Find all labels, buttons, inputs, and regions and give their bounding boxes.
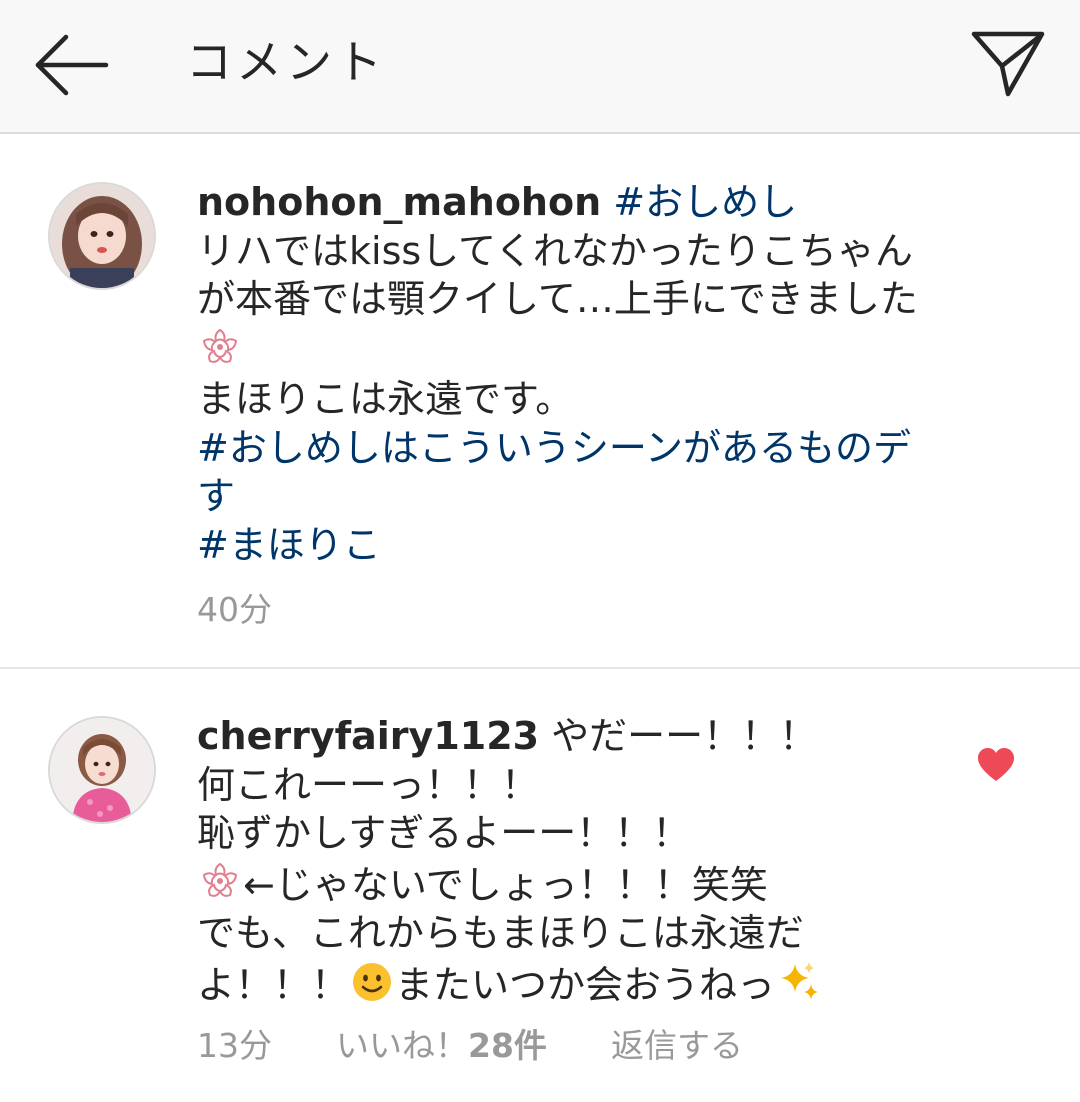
direct-send-icon bbox=[971, 31, 1045, 97]
hashtag-text: #おしめしはこういうシーンがあるものデ bbox=[197, 425, 911, 470]
reply-line: 何これーーっ！！！ bbox=[197, 762, 540, 807]
reply-button[interactable]: 返信する bbox=[611, 1026, 743, 1065]
username-link[interactable]: nohohon_mahohon bbox=[197, 180, 601, 224]
hashtag-link[interactable]: #まほりこ bbox=[197, 521, 987, 570]
sparkles-icon bbox=[781, 961, 819, 1000]
reply-line: 恥ずかしすぎるよーー！！！ bbox=[197, 811, 691, 855]
comment-meta: 40分 bbox=[197, 588, 272, 632]
send-button[interactable] bbox=[966, 26, 1050, 100]
reply-text-fragment: またいつか会おうねっ bbox=[395, 962, 776, 1007]
reply-text-fragment: ←じゃないでしょっ！！！笑笑 bbox=[243, 862, 768, 907]
caption-line: nohohon_mahohon #おしめし bbox=[197, 178, 987, 227]
divider bbox=[0, 667, 1080, 669]
avatar[interactable] bbox=[48, 716, 156, 824]
caption-line bbox=[197, 324, 987, 376]
back-arrow-icon bbox=[35, 34, 109, 96]
reply-line: ←じゃないでしょっ！！！笑笑 bbox=[197, 858, 937, 910]
reply-line: でも、これからもまほりこは永遠だ bbox=[197, 911, 804, 955]
caption-text: nohohon_mahohon #おしめし リハではkissしてくれなかったりこ… bbox=[197, 178, 987, 569]
likes-label: いいね！ bbox=[336, 1026, 468, 1065]
caption-line: リハではkissしてくれなかったりこちゃん bbox=[197, 228, 913, 273]
comment-meta: 13分 いいね！28件 返信する bbox=[197, 1024, 743, 1068]
likes-count: 28件 bbox=[468, 1026, 547, 1065]
likes-link[interactable]: いいね！28件 bbox=[336, 1026, 547, 1065]
cherry-blossom-icon bbox=[202, 862, 238, 897]
avatar-photo bbox=[50, 718, 154, 822]
page-title: コメント bbox=[186, 35, 386, 89]
back-button[interactable] bbox=[30, 30, 110, 100]
timestamp: 13分 bbox=[197, 1026, 272, 1065]
avatar-photo bbox=[50, 184, 154, 288]
hashtag-text: す bbox=[197, 474, 236, 518]
reply-text-fragment: やだーー！！！ bbox=[551, 714, 818, 758]
heart-icon bbox=[978, 748, 1014, 781]
reply-line: cherryfairy1123 やだーー！！！ bbox=[197, 712, 937, 761]
reply-line: よ！！！ またいつか会おうねっ bbox=[197, 958, 937, 1010]
cherry-blossom-icon bbox=[202, 328, 238, 363]
like-button[interactable] bbox=[976, 746, 1016, 784]
avatar[interactable] bbox=[48, 182, 156, 290]
hashtag-link[interactable]: #おしめし bbox=[613, 180, 797, 224]
caption-line: まほりこは永遠です。 bbox=[197, 377, 574, 421]
caption-line: が本番では顎クイして…上手にできました bbox=[197, 277, 918, 321]
reply-text-fragment: よ！！！ bbox=[197, 962, 350, 1007]
timestamp: 40分 bbox=[197, 590, 272, 629]
username-link[interactable]: cherryfairy1123 bbox=[197, 714, 539, 758]
reply-text: cherryfairy1123 やだーー！！！ 何これーーっ！！！ 恥ずかしすぎ… bbox=[197, 712, 937, 1009]
app-bar: コメント bbox=[0, 0, 1080, 134]
smiling-face-icon bbox=[353, 962, 392, 1001]
hashtag-link[interactable]: #おしめしはこういうシーンがあるものデ す bbox=[197, 424, 987, 521]
